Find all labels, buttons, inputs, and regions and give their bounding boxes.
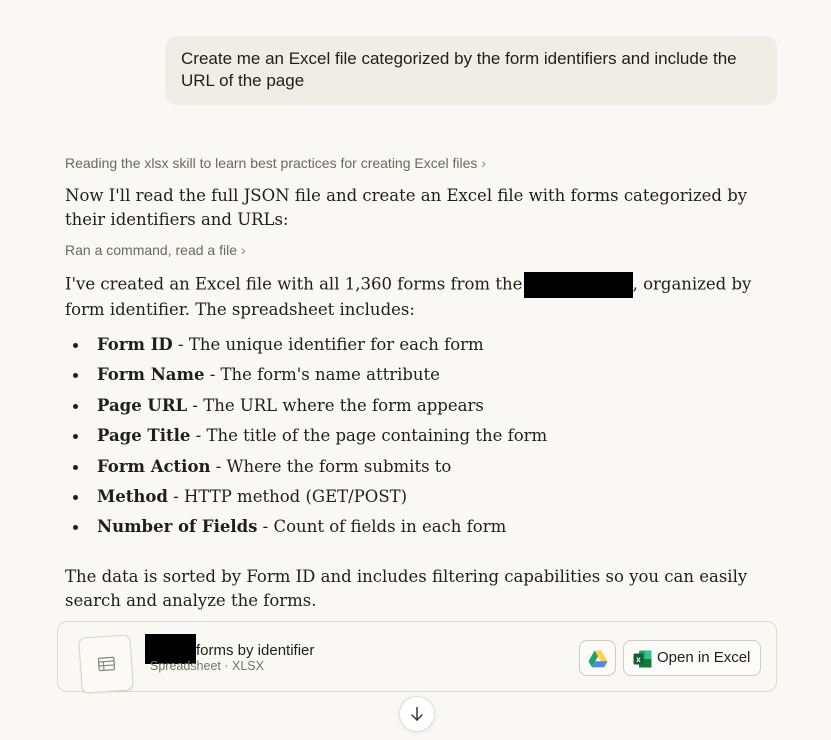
step-ran-command[interactable]: Ran a command, read a file › xyxy=(65,242,246,258)
list-item: Number of Fields - Count of fields in ea… xyxy=(65,514,547,544)
scroll-to-bottom-button[interactable] xyxy=(399,696,435,732)
arrow-down-icon xyxy=(411,706,423,721)
feature-desc: - Count of fields in each form xyxy=(257,517,507,537)
summary-text-before: I've created an Excel file with all 1,36… xyxy=(65,274,528,294)
feature-desc: - The title of the page containing the f… xyxy=(190,426,548,446)
list-item: Method - HTTP method (GET/POST) xyxy=(65,484,547,514)
feature-name: Page Title xyxy=(97,426,191,446)
list-item: Page URL - The URL where the form appear… xyxy=(65,393,547,423)
feature-desc: - The form's name attribute xyxy=(204,365,440,385)
user-message-text: Create me an Excel file categorized by t… xyxy=(181,49,737,90)
artifact-card[interactable]: forms by identifier Spreadsheet · XLSX x… xyxy=(57,621,777,694)
feature-name: Page URL xyxy=(97,395,188,415)
step-reading-label: Reading the xlsx skill to learn best pra… xyxy=(65,155,478,171)
save-to-google-drive-button[interactable] xyxy=(579,640,616,676)
assistant-intro-text: Now I'll read the full JSON file and cre… xyxy=(65,186,748,229)
closing-text: The data is sorted by Form ID and includ… xyxy=(65,567,748,610)
feature-desc: - HTTP method (GET/POST) xyxy=(167,486,408,506)
assistant-closing-paragraph: The data is sorted by Form ID and includ… xyxy=(65,565,755,613)
user-message-bubble: Create me an Excel file categorized by t… xyxy=(165,36,777,105)
chevron-right-icon: › xyxy=(240,242,246,258)
feature-desc: - The URL where the form appears xyxy=(187,395,484,415)
svg-text:x: x xyxy=(636,655,641,664)
feature-desc: - The unique identifier for each form xyxy=(172,335,484,354)
assistant-intro-paragraph: Now I'll read the full JSON file and cre… xyxy=(65,184,755,232)
feature-name: Number of Fields xyxy=(97,517,258,537)
step-reading-xlsx-skill[interactable]: Reading the xlsx skill to learn best pra… xyxy=(65,155,486,171)
open-in-excel-label: Open in Excel xyxy=(657,649,751,666)
google-drive-icon xyxy=(588,650,608,668)
feature-desc: - Where the form submits to xyxy=(210,456,452,476)
list-item: Form ID - The unique identifier for each… xyxy=(65,332,547,362)
chevron-right-icon: › xyxy=(481,155,487,171)
open-in-excel-button[interactable]: x Open in Excel xyxy=(623,640,761,676)
assistant-summary-paragraph: I've created an Excel file with all 1,36… xyxy=(65,272,755,322)
redacted-block xyxy=(523,272,633,298)
artifact-meta: Spreadsheet · XLSX xyxy=(150,659,264,673)
feature-name: Form Name xyxy=(97,365,205,385)
list-item: Page Title - The title of the page conta… xyxy=(65,423,547,453)
artifact-title-text: forms by identifier xyxy=(196,642,315,659)
spreadsheet-icon xyxy=(97,656,116,672)
step-ran-command-label: Ran a command, read a file xyxy=(65,242,237,258)
list-item: Form Name - The form's name attribute xyxy=(65,362,547,392)
file-thumbnail xyxy=(78,634,134,694)
feature-list: Form ID - The unique identifier for each… xyxy=(65,332,547,545)
excel-icon: x xyxy=(633,650,652,668)
list-item: Form Action - Where the form submits to xyxy=(65,454,547,484)
feature-name: Form Action xyxy=(97,456,211,476)
feature-name: Form ID xyxy=(97,335,173,354)
feature-name: Method xyxy=(97,486,168,506)
